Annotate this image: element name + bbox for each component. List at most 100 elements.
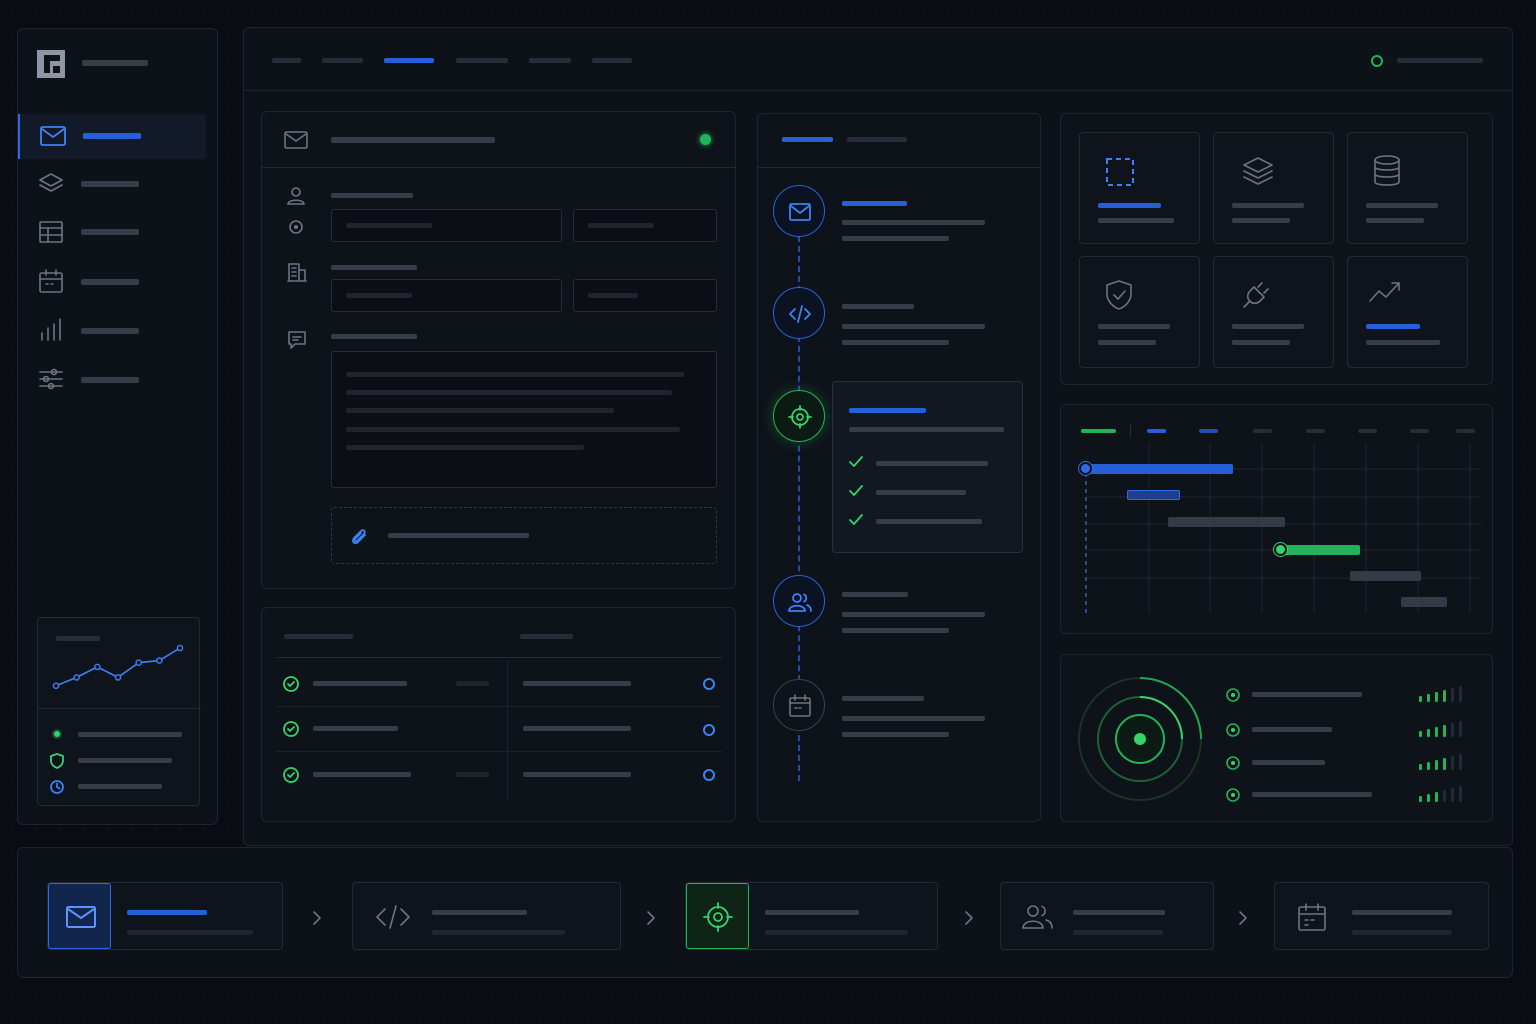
paperclip-icon	[348, 525, 370, 547]
sidebar-item-label	[81, 377, 139, 383]
last-name-input[interactable]	[573, 209, 717, 242]
column-header	[520, 634, 573, 639]
check-icon	[849, 456, 863, 468]
app-logo-icon[interactable]	[36, 49, 66, 79]
gantt-tab[interactable]	[1410, 429, 1429, 433]
pipeline-step-mail[interactable]	[47, 882, 283, 950]
name-label	[331, 193, 413, 198]
status-target-icon	[1226, 756, 1240, 770]
status-dot-icon	[51, 728, 63, 740]
tab-4[interactable]	[456, 58, 508, 63]
status-ring-icon[interactable]	[703, 678, 715, 690]
gantt-tab[interactable]	[1253, 429, 1272, 433]
tab-timeline-other[interactable]	[847, 137, 907, 142]
company-input[interactable]	[331, 279, 562, 312]
workflow-timeline-panel	[757, 113, 1041, 822]
sidebar-item-label	[83, 133, 141, 139]
gantt-task-bar[interactable]	[1401, 597, 1447, 607]
sidebar-item-table[interactable]	[18, 213, 206, 253]
database-icon	[1373, 155, 1401, 187]
gantt-tab[interactable]	[1456, 429, 1475, 433]
chevron-right-icon	[646, 910, 656, 926]
status-target-icon	[1226, 788, 1240, 802]
mail-icon	[48, 883, 111, 949]
signal-bar	[1427, 762, 1430, 770]
sidebar-item-settings[interactable]	[18, 360, 206, 400]
status-monitor-panel	[1060, 654, 1493, 822]
layers-icon	[1242, 155, 1274, 187]
message-textarea[interactable]	[331, 351, 717, 488]
pipeline-step-users[interactable]	[1000, 882, 1214, 950]
check-circle-icon	[283, 676, 299, 692]
status-ring-icon[interactable]	[703, 769, 715, 781]
signal-bar	[1459, 686, 1462, 702]
check-circle-icon	[283, 721, 299, 737]
sidebar	[17, 28, 218, 825]
user-label[interactable]	[1397, 58, 1483, 63]
check-circle-icon	[283, 767, 299, 783]
timeline-step-calendar[interactable]	[773, 679, 825, 731]
timeline-step-mail[interactable]	[773, 185, 825, 237]
sliders-icon	[39, 367, 63, 391]
modules-grid-panel	[1060, 113, 1493, 385]
tile-database[interactable]	[1347, 132, 1468, 244]
tab-6[interactable]	[592, 58, 632, 63]
tab-2[interactable]	[322, 58, 363, 63]
sidebar-item-analytics[interactable]	[18, 311, 206, 351]
gantt-tab[interactable]	[1358, 429, 1377, 433]
role-input[interactable]	[573, 279, 717, 312]
compose-form-panel	[261, 111, 736, 589]
signal-bar	[1459, 721, 1462, 737]
gantt-tab[interactable]	[1199, 429, 1218, 433]
user-icon	[287, 187, 305, 205]
tile-security[interactable]	[1079, 256, 1200, 368]
signal-bar	[1451, 756, 1454, 770]
signal-bar	[1435, 792, 1438, 802]
tab-5[interactable]	[529, 58, 571, 63]
attachment-dropzone[interactable]	[331, 507, 717, 564]
gantt-task-bar[interactable]	[1168, 517, 1285, 527]
tile-selection[interactable]	[1079, 132, 1200, 244]
timeline-step-users[interactable]	[773, 575, 825, 627]
timeline-step-code[interactable]	[773, 287, 825, 339]
mini-chart-point	[52, 682, 60, 690]
gantt-task-bar[interactable]	[1087, 464, 1233, 474]
signal-bar	[1443, 758, 1446, 770]
message-icon	[287, 330, 307, 350]
timeline-step-target-active[interactable]	[773, 390, 825, 442]
tile-analytics[interactable]	[1347, 256, 1468, 368]
location-icon	[289, 220, 303, 234]
gantt-tab[interactable]	[1306, 429, 1325, 433]
code-icon	[375, 904, 411, 930]
sidebar-item-label	[81, 328, 139, 334]
signal-bar	[1435, 760, 1438, 770]
sidebar-item-calendar[interactable]	[18, 262, 206, 302]
pipeline-step-calendar[interactable]	[1274, 882, 1489, 950]
signal-bar	[1419, 696, 1422, 702]
sidebar-item-mail[interactable]	[18, 114, 206, 159]
selection-icon	[1105, 157, 1135, 187]
check-icon	[849, 514, 863, 526]
gantt-task-bar[interactable]	[1283, 545, 1360, 555]
mini-chart-point	[156, 657, 163, 664]
pipeline-step-target-current[interactable]	[685, 882, 938, 950]
status-ring-icon[interactable]	[703, 724, 715, 736]
first-name-input[interactable]	[331, 209, 562, 242]
tab-1[interactable]	[272, 58, 301, 63]
gantt-task-bar[interactable]	[1350, 571, 1421, 581]
sidebar-item-layers[interactable]	[18, 164, 206, 204]
users-icon	[1021, 903, 1055, 931]
tile-integrations[interactable]	[1213, 256, 1334, 368]
signal-bar	[1443, 725, 1446, 737]
tab-timeline-active[interactable]	[782, 137, 833, 142]
summary-status-line	[78, 784, 162, 789]
tab-3-active[interactable]	[384, 58, 434, 63]
gantt-tab-active[interactable]	[1081, 429, 1116, 433]
pipeline-step-code[interactable]	[352, 882, 621, 950]
signal-bar	[1427, 694, 1430, 702]
app-name	[82, 60, 148, 66]
tile-layers[interactable]	[1213, 132, 1334, 244]
target-icon	[686, 883, 749, 949]
gantt-tab[interactable]	[1147, 429, 1166, 433]
gantt-task-bar[interactable]	[1127, 490, 1180, 500]
